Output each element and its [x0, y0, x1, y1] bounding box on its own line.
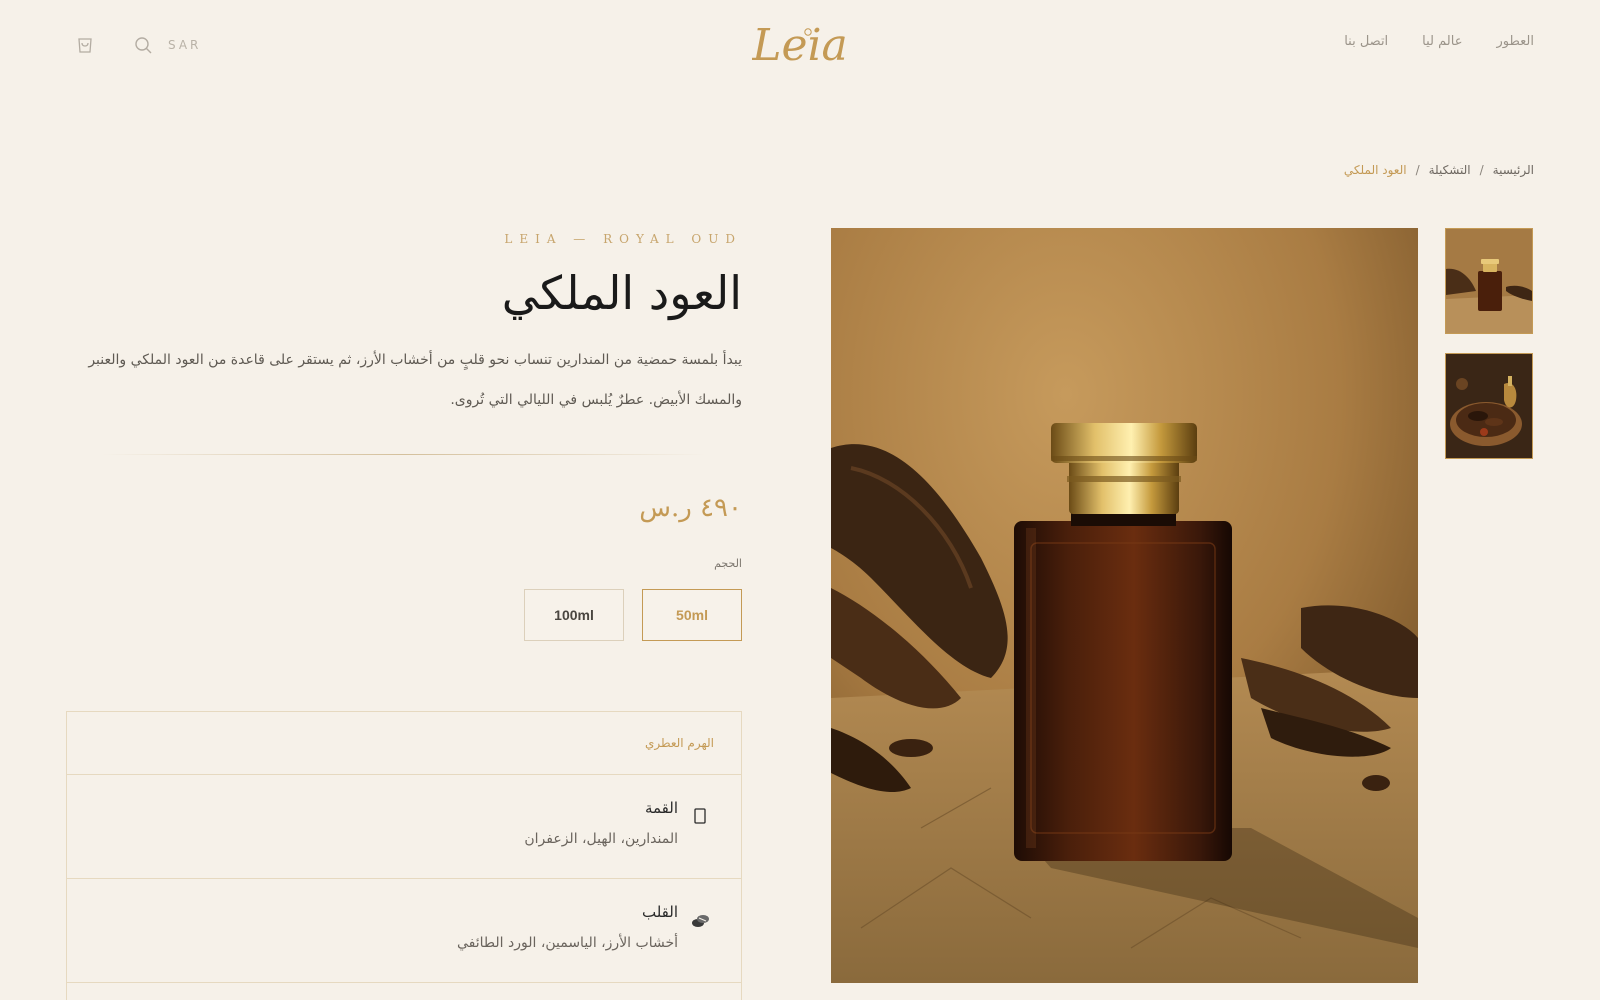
- collection-label: LEIA — ROYAL OUD: [504, 232, 742, 246]
- breadcrumb: الرئيسية / التشكيلة / العود الملكي: [1344, 163, 1534, 177]
- size-label: الحجم: [714, 557, 742, 570]
- breadcrumb-separator: /: [1415, 163, 1420, 177]
- size-option-50ml[interactable]: 50ml: [642, 589, 742, 641]
- main-nav: العطور عالم ليا اتصل بنا: [1344, 34, 1534, 49]
- note-name: القلب: [641, 903, 678, 921]
- pyramid-title: الهرم العطري: [67, 712, 741, 775]
- breadcrumb-collection[interactable]: التشكيلة: [1429, 163, 1471, 177]
- note-row-base: [67, 983, 741, 1000]
- wood-icon: [686, 909, 714, 931]
- breadcrumb-separator: /: [1479, 163, 1484, 177]
- product-thumbnail-1[interactable]: [1445, 228, 1533, 334]
- product-price: ٤٩٠ ر.س: [639, 493, 742, 523]
- brand-logo[interactable]: Leia: [751, 0, 848, 80]
- header-utilities: SAR: [74, 34, 201, 56]
- note-text: القمة المندارين، الهيل، الزعفران: [524, 799, 678, 847]
- product-main-image[interactable]: [831, 228, 1418, 983]
- nav-perfumes[interactable]: العطور: [1496, 34, 1534, 49]
- cart-icon[interactable]: [74, 34, 96, 56]
- product-description: يبدأ بلمسة حمضية من المندارين تنساب نحو …: [88, 352, 742, 408]
- note-row-top: القمة المندارين، الهيل، الزعفران: [67, 775, 741, 879]
- note-ingredients: أخشاب الأرز، الياسمين، الورد الطائفي: [457, 935, 678, 951]
- product-thumbnail-2[interactable]: [1445, 353, 1533, 459]
- product-page: SAR Leia العطور عالم ليا اتصل بنا الرئيس…: [0, 0, 1600, 1000]
- size-option-100ml[interactable]: 100ml: [524, 589, 624, 641]
- search-icon[interactable]: [132, 34, 154, 56]
- note-name: القمة: [644, 799, 678, 817]
- logo-wordmark: Leia: [752, 20, 848, 71]
- nav-world-of-leia[interactable]: عالم ليا: [1422, 34, 1462, 49]
- breadcrumb-home[interactable]: الرئيسية: [1493, 163, 1534, 177]
- site-header: SAR Leia العطور عالم ليا اتصل بنا: [0, 0, 1600, 90]
- note-ingredients: المندارين، الهيل، الزعفران: [524, 831, 678, 847]
- section-divider: [102, 454, 706, 455]
- note-text: القلب أخشاب الأرز، الياسمين، الورد الطائ…: [457, 903, 678, 951]
- product-title: العود الملكي: [501, 266, 742, 320]
- currency-selector[interactable]: SAR: [168, 38, 201, 52]
- note-row-heart: القلب أخشاب الأرز، الياسمين، الورد الطائ…: [67, 879, 741, 983]
- product-info: LEIA — ROYAL OUD العود الملكي يبدأ بلمسة…: [66, 228, 742, 641]
- citrus-icon: [686, 805, 714, 827]
- fragrance-pyramid: الهرم العطري القمة المندارين، الهيل، الز…: [66, 711, 742, 1000]
- size-options: 50ml 100ml: [66, 589, 742, 641]
- nav-contact[interactable]: اتصل بنا: [1344, 34, 1388, 49]
- breadcrumb-current: العود الملكي: [1343, 163, 1407, 177]
